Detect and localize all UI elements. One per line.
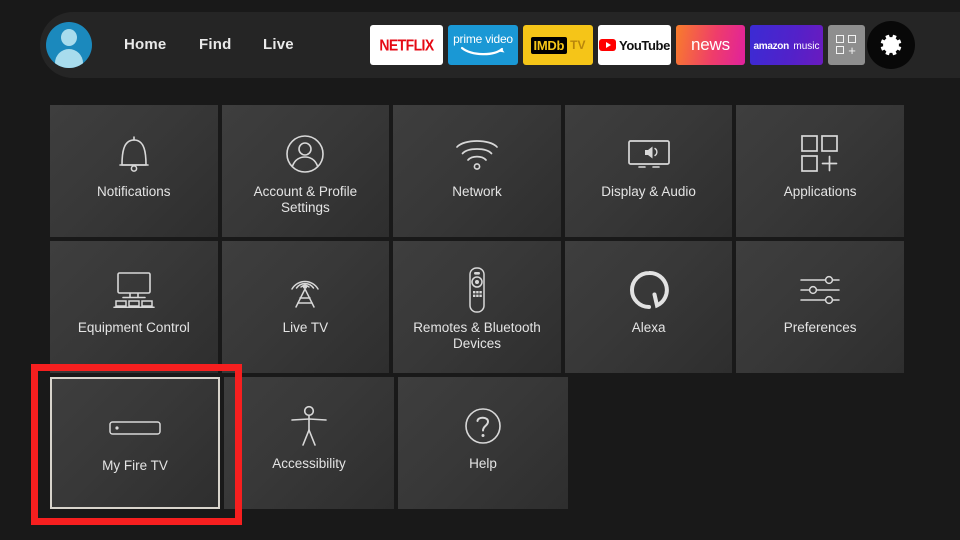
monitor-soundbar-icon bbox=[50, 267, 218, 313]
settings-tile-display-audio[interactable]: Display & Audio bbox=[564, 105, 733, 237]
settings-tile-help[interactable]: Help bbox=[398, 377, 568, 509]
nav-item-find[interactable]: Find bbox=[199, 36, 231, 53]
avatar-head bbox=[61, 29, 77, 46]
top-navigation-bar: Home Find Live NETFLIX prime video IMDb … bbox=[0, 0, 960, 90]
nav-item-live[interactable]: Live bbox=[263, 36, 294, 53]
avatar-body bbox=[55, 49, 83, 68]
settings-tile-my-fire-tv[interactable]: My Fire TV bbox=[50, 377, 220, 509]
user-avatar-icon[interactable] bbox=[46, 22, 92, 68]
settings-row-3: My Fire TV Accessibility Help bbox=[50, 377, 904, 509]
bell-icon bbox=[50, 131, 218, 177]
settings-tile-network[interactable]: Network bbox=[393, 105, 561, 237]
settings-tile-label: My Fire TV bbox=[102, 458, 168, 473]
wifi-icon bbox=[393, 131, 561, 177]
settings-tile-label: Equipment Control bbox=[77, 320, 190, 335]
imdb-logo-text: IMDb bbox=[530, 36, 568, 54]
grid-plus-icon bbox=[736, 131, 904, 177]
app-tile-app-library[interactable]: + bbox=[828, 25, 865, 65]
settings-tile-label: Account & Profile Settings bbox=[253, 184, 358, 215]
settings-tile-account-profile-settings[interactable]: Account & Profile Settings bbox=[221, 105, 390, 237]
amazon-music-brand-text: amazon bbox=[753, 40, 789, 52]
tv-speaker-icon bbox=[565, 131, 733, 177]
app-tile-news[interactable]: news bbox=[676, 25, 745, 65]
settings-button[interactable] bbox=[867, 21, 915, 69]
settings-tile-label: Network bbox=[452, 184, 502, 199]
news-logo-text: news bbox=[691, 35, 730, 54]
settings-tile-label: Display & Audio bbox=[601, 184, 696, 199]
youtube-play-icon bbox=[599, 39, 617, 51]
broadcast-tower-icon bbox=[222, 267, 390, 313]
settings-row-2: Equipment Control Live TV Remotes & Blue… bbox=[50, 241, 904, 373]
settings-tile-grid: Notifications Account & Profile Settings bbox=[50, 105, 904, 513]
fire-tv-stick-icon bbox=[52, 405, 218, 451]
settings-tile-equipment-control[interactable]: Equipment Control bbox=[50, 241, 218, 373]
remote-control-icon bbox=[393, 267, 561, 313]
netflix-logo-text: NETFLIX bbox=[379, 36, 434, 54]
settings-tile-remotes-bluetooth-devices[interactable]: Remotes & Bluetooth Devices bbox=[393, 241, 561, 373]
settings-tile-applications[interactable]: Applications bbox=[736, 105, 904, 237]
settings-tile-label: Help bbox=[469, 456, 497, 471]
prime-smile-icon bbox=[460, 46, 505, 56]
app-tile-netflix[interactable]: NETFLIX bbox=[370, 25, 443, 65]
gear-icon bbox=[880, 34, 902, 56]
settings-row-1: Notifications Account & Profile Settings bbox=[50, 105, 904, 237]
question-circle-icon bbox=[398, 403, 568, 449]
settings-tile-preferences[interactable]: Preferences bbox=[736, 241, 904, 373]
app-tile-imdb-tv[interactable]: IMDb TV bbox=[523, 25, 593, 65]
app-tile-amazon-music[interactable]: amazon music bbox=[750, 25, 823, 65]
settings-tile-label: Notifications bbox=[97, 184, 171, 199]
settings-tile-label: Remotes & Bluetooth Devices bbox=[413, 320, 541, 351]
grid-plus-icon: + bbox=[835, 34, 859, 57]
settings-tile-accessibility[interactable]: Accessibility bbox=[224, 377, 394, 509]
app-tile-youtube[interactable]: YouTube bbox=[598, 25, 671, 65]
account-circle-icon bbox=[222, 131, 390, 177]
imdb-tv-suffix: TV bbox=[570, 38, 586, 52]
settings-tile-label: Applications bbox=[783, 184, 857, 199]
settings-tile-label: Alexa bbox=[631, 320, 666, 335]
prime-video-logo-text: prime video bbox=[453, 32, 513, 46]
settings-tile-label: Accessibility bbox=[272, 456, 346, 471]
settings-tile-notifications[interactable]: Notifications bbox=[50, 105, 218, 237]
settings-tile-alexa[interactable]: Alexa bbox=[564, 241, 733, 373]
alexa-ring-icon bbox=[565, 267, 733, 313]
youtube-logo-text: YouTube bbox=[619, 37, 670, 53]
fire-tv-settings-screen: Home Find Live NETFLIX prime video IMDb … bbox=[0, 0, 960, 540]
settings-tile-label: Live TV bbox=[282, 320, 329, 335]
nav-item-home[interactable]: Home bbox=[124, 36, 166, 53]
settings-tile-live-tv[interactable]: Live TV bbox=[221, 241, 390, 373]
app-tile-prime-video[interactable]: prime video bbox=[448, 25, 518, 65]
sliders-icon bbox=[736, 267, 904, 313]
settings-tile-label: Preferences bbox=[783, 320, 857, 335]
amazon-music-suffix-text: music bbox=[793, 40, 820, 52]
accessibility-person-icon bbox=[224, 403, 394, 449]
